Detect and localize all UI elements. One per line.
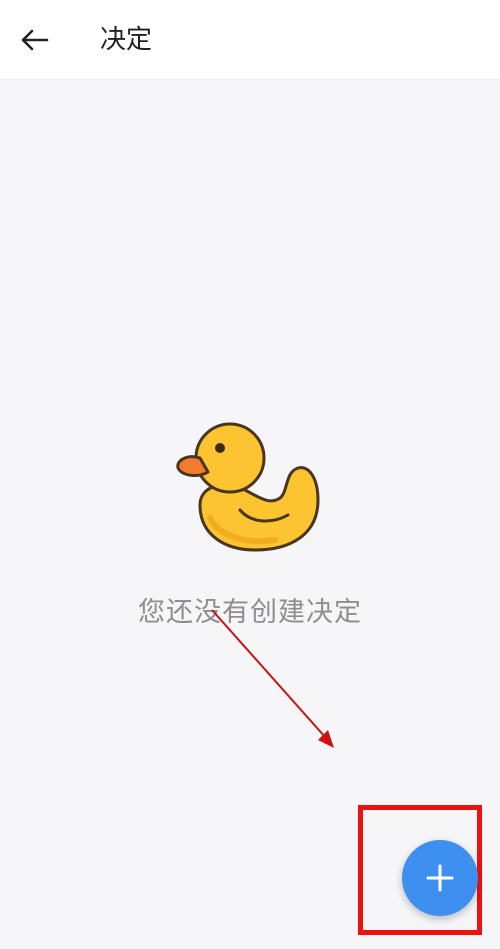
empty-state: 您还没有创建决定 — [0, 410, 500, 629]
add-decision-button[interactable] — [402, 840, 478, 916]
arrow-left-icon — [21, 29, 49, 51]
plus-icon — [426, 864, 454, 892]
rubber-duck-icon — [176, 422, 320, 552]
back-button[interactable] — [12, 18, 56, 62]
app-screen: 决定 您还没有创建决定 — [0, 0, 500, 949]
empty-message: 您还没有创建决定 — [138, 597, 362, 628]
top-app-bar: 决定 — [0, 0, 500, 80]
page-title: 决定 — [100, 25, 153, 55]
